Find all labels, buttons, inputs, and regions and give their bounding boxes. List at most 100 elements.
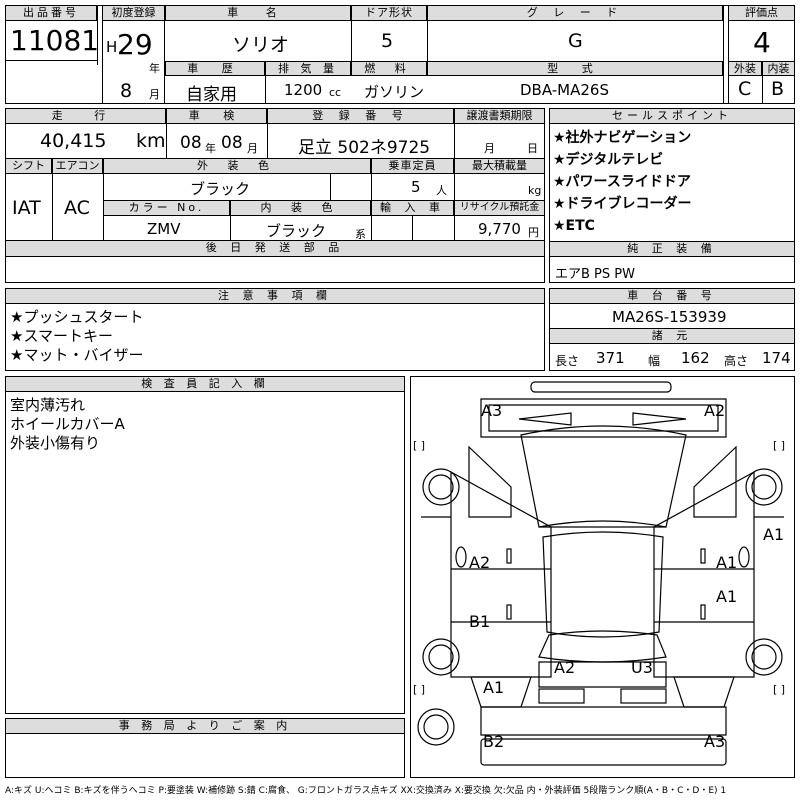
grade: G <box>568 30 583 52</box>
door-label: ドア形状 <box>351 5 427 21</box>
legend: A:キズ U:ヘコミ B:キズを伴うヘコミ P:要塗装 W:補修跡 S:錆 C:… <box>5 786 727 796</box>
inspector-notes: 室内薄汚れ ホイールカバーA 外装小傷有り <box>10 396 125 453</box>
era: H <box>106 38 118 56</box>
capacity-label: 乗車定員 <box>371 158 454 174</box>
inspection-year: 08 <box>180 133 202 153</box>
shift: IAT <box>12 197 41 219</box>
specs-label: 諸 元 <box>549 328 795 344</box>
sales-list: ★社外ナビゲーション ★デジタルテレビ ★パワースライドドア ★ドライブレコーダ… <box>553 127 793 237</box>
equipment-label: 純 正 装 備 <box>549 241 795 257</box>
bracket-right: [ ] <box>773 439 786 452</box>
mileage-label: 走 行 <box>5 108 166 124</box>
damage-label: A1 <box>716 553 738 572</box>
displacement: 1200 <box>284 81 323 99</box>
color-no: ZMV <box>147 220 181 238</box>
equipment: エアB PS PW <box>555 267 635 282</box>
score-label: 評価点 <box>728 5 795 21</box>
score: 4 <box>753 26 771 59</box>
damage-label: B2 <box>483 732 505 751</box>
reg-no: 足立 502ネ9725 <box>298 138 431 158</box>
doors: 5 <box>381 30 394 52</box>
car-name-label: 車 名 <box>165 5 351 21</box>
recycle-unit: 円 <box>528 226 539 239</box>
import-label: 輸 入 車 <box>371 200 454 216</box>
ac: AC <box>64 197 90 219</box>
office-label: 事 務 局 よ り ご 案 内 <box>5 718 405 734</box>
height-label: 高さ <box>724 354 749 368</box>
transfer-label: 譲渡書類期限 <box>454 108 545 124</box>
int-color: ブラック <box>266 222 327 240</box>
inspector-line: 外装小傷有り <box>10 434 101 452</box>
exterior-grade: C <box>738 78 752 100</box>
damage-diagram: A3 A2 A1 A2 A1 A1 B1 A2 U3 A1 B2 A3 [ ] … <box>410 376 795 778</box>
damage-label: B1 <box>469 612 491 631</box>
history: 自家用 <box>186 85 237 105</box>
transfer-month: 月 <box>484 142 495 155</box>
note-item: ★プッシュスタート <box>10 308 144 326</box>
lot-label: 出品番号 <box>5 5 97 21</box>
color: ブラック <box>190 180 251 198</box>
displacement-unit: cc <box>329 86 342 99</box>
mileage: 40,415 <box>40 130 107 152</box>
sales-item: ★ETC <box>553 218 595 234</box>
car-name: ソリオ <box>232 34 290 56</box>
color-label: 外 装 色 <box>103 158 371 174</box>
damage-label: A1 <box>716 587 738 606</box>
load-unit: kg <box>528 184 542 197</box>
damage-label: A2 <box>704 401 726 420</box>
later-parts-label: 後 日 発 送 部 品 <box>5 240 545 257</box>
sales-item: ★ドライブレコーダー <box>553 196 692 212</box>
displacement-label: 排 気 量 <box>265 61 351 76</box>
damage-label: A1 <box>763 525 785 544</box>
capacity-unit: 人 <box>436 184 447 197</box>
car-outline <box>417 381 784 766</box>
length-label: 長さ <box>555 354 580 368</box>
ac-label: エアコン <box>52 158 103 174</box>
bracket-bottom-left: [ ] <box>413 683 426 696</box>
bracket-bottom-right: [ ] <box>773 683 786 696</box>
reg-year: 29 <box>117 28 153 61</box>
lot-number: 11081 <box>10 24 100 57</box>
load-label: 最大積載量 <box>454 158 545 174</box>
chassis-label: 車 台 番 号 <box>549 288 795 304</box>
damage-label: A1 <box>483 678 505 697</box>
capacity: 5 <box>411 178 421 196</box>
length: 371 <box>596 349 625 367</box>
grade-label: グ レ ー ド <box>427 5 723 21</box>
sales-item: ★パワースライドドア <box>553 174 691 190</box>
year-unit: 年 <box>149 62 160 75</box>
color-no-label: カラー No. <box>103 200 230 216</box>
inspector-line: ホイールカバーA <box>10 415 125 433</box>
model: DBA-MA26S <box>520 81 609 99</box>
interior-label: 内装 <box>762 61 795 76</box>
damage-label: A2 <box>554 658 576 677</box>
inspection-month-unit: 月 <box>247 142 258 155</box>
height: 174 <box>762 349 791 367</box>
reg-no-label: 登 録 番 号 <box>267 108 454 124</box>
width: 162 <box>681 349 710 367</box>
model-label: 型 式 <box>427 61 723 76</box>
int-color-label: 内 装 色 <box>230 200 371 216</box>
inspection-label: 車 検 <box>166 108 267 124</box>
sales-item: ★デジタルテレビ <box>553 152 664 168</box>
history-label: 車 歴 <box>165 61 265 76</box>
sales-item: ★社外ナビゲーション <box>553 130 692 146</box>
inspection-year-unit: 年 <box>205 142 216 155</box>
note-item: ★スマートキー <box>10 327 113 345</box>
damage-label: A3 <box>481 401 503 420</box>
mileage-unit: km <box>136 130 166 152</box>
transfer-day: 日 <box>527 142 538 155</box>
damage-label: A3 <box>704 732 726 751</box>
notes-list: ★プッシュスタート ★スマートキー ★マット・バイザー <box>10 308 143 365</box>
sales-label: セールスポイント <box>549 108 795 124</box>
fuel: ガソリン <box>364 83 425 101</box>
bracket-left: [ ] <box>413 439 426 452</box>
shift-label: シフト <box>5 158 52 174</box>
notes-label: 注 意 事 項 欄 <box>5 288 545 304</box>
exterior-label: 外装 <box>728 61 762 76</box>
month-unit: 月 <box>149 88 160 101</box>
fuel-label: 燃 料 <box>351 61 427 76</box>
chassis-number: MA26S-153939 <box>612 308 727 326</box>
width-label: 幅 <box>648 354 661 368</box>
damage-label: U3 <box>631 658 653 677</box>
